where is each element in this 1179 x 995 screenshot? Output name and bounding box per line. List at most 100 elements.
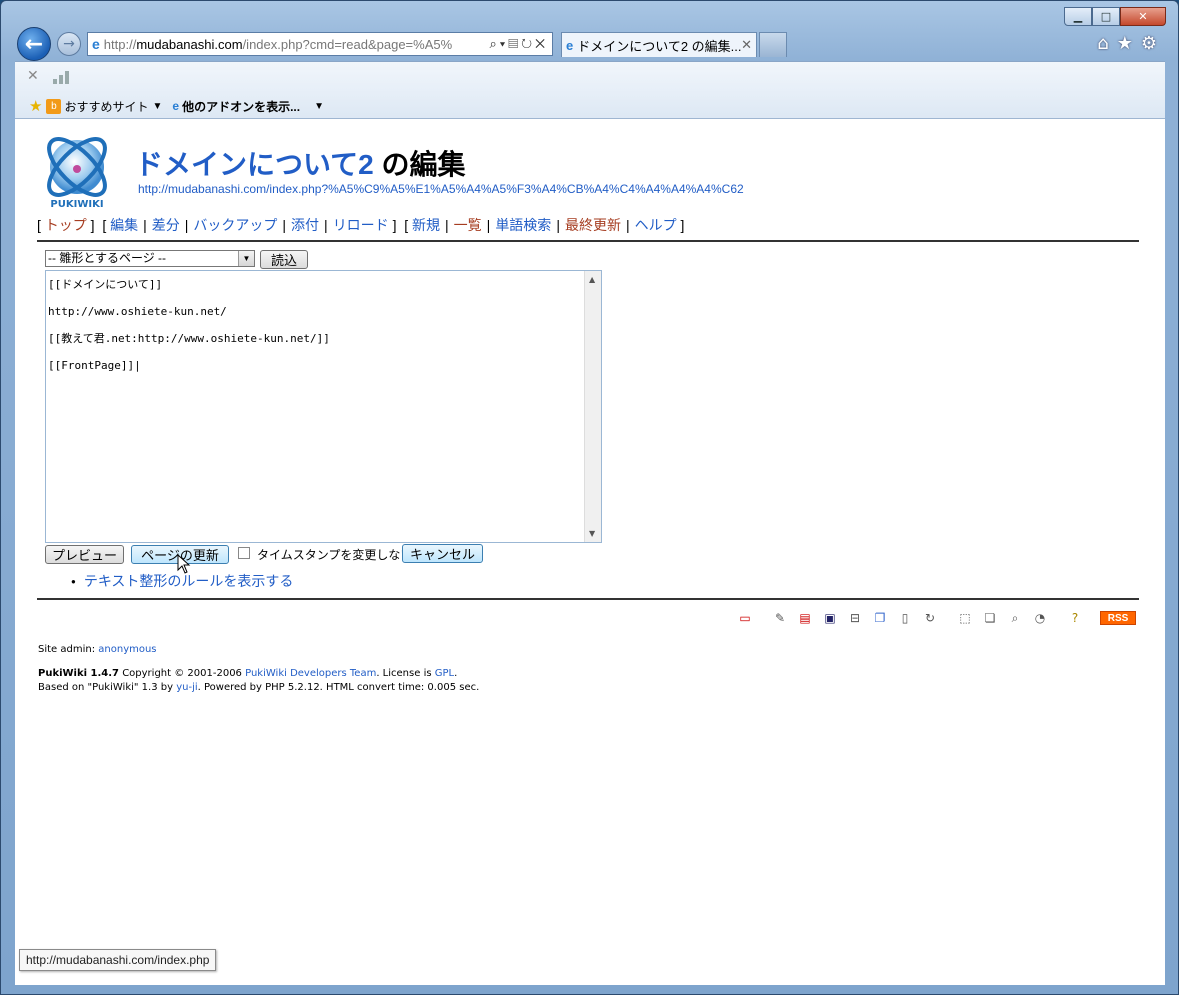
footer-team-link[interactable]: PukiWiki Developers Team: [245, 668, 376, 679]
menu-new[interactable]: 新規: [412, 217, 440, 233]
help-icon[interactable]: ?: [1067, 610, 1083, 626]
top-icon[interactable]: ▭: [737, 610, 753, 626]
menu-diff[interactable]: 差分: [152, 217, 180, 233]
addons-link[interactable]: 他のアドオンを表示...: [182, 98, 300, 115]
divider: [37, 240, 1139, 242]
footer-version: PukiWiki 1.4.7: [38, 668, 120, 679]
menu-recent[interactable]: 最終更新: [565, 217, 621, 233]
preview-button[interactable]: プレビュー: [45, 545, 124, 564]
footer: PukiWiki 1.4.7 Copyright © 2001-2006 Puk…: [38, 667, 479, 695]
gear-icon[interactable]: ⚙: [1141, 33, 1157, 54]
browser-tab[interactable]: e ドメインについて2 の編集... ✕: [561, 32, 757, 57]
favorites-star-icon[interactable]: ★: [1117, 33, 1133, 54]
back-button[interactable]: ←: [17, 27, 51, 61]
editor-scrollbar[interactable]: ▲ ▼: [584, 271, 601, 542]
command-bar: ✕ ★ b おすすめサイト ▼ e 他のアドオンを表示... ▼: [15, 61, 1165, 119]
minimize-button[interactable]: ▁: [1064, 7, 1092, 26]
footer-powered: . Powered by PHP 5.2.12. HTML convert ti…: [197, 682, 480, 693]
menu-backup[interactable]: バックアップ: [193, 217, 277, 233]
backup-icon[interactable]: ▣: [822, 610, 838, 626]
svg-text:PUKIWIKI: PUKIWIKI: [50, 199, 103, 209]
chevron-down-icon[interactable]: ▼: [238, 251, 254, 266]
footer-gpl-link[interactable]: GPL: [435, 668, 454, 679]
page-title-suffix: の編集: [373, 149, 466, 180]
address-domain: mudabanashi.com: [136, 36, 243, 52]
text-rules-link[interactable]: テキスト整形のルールを表示する: [71, 571, 294, 591]
search-icon[interactable]: ⌕: [489, 36, 499, 51]
close-window-button[interactable]: ✕: [1120, 7, 1166, 26]
keep-timestamp-label: タイムスタンプを変更しない: [257, 548, 413, 562]
ie-addon-icon: e: [172, 99, 180, 113]
ie-tab-icon: e: [566, 37, 574, 53]
address-bar[interactable]: e http://mudabanashi.com/index.php?cmd=r…: [87, 32, 553, 56]
rename-icon[interactable]: ▯: [897, 610, 913, 626]
search-icon[interactable]: ⌕: [1007, 610, 1023, 626]
footer-line-1: PukiWiki 1.4.7 Copyright © 2001-2006 Puk…: [38, 667, 479, 681]
arrow-right-icon: →: [63, 36, 75, 52]
address-prefix: http://: [103, 36, 137, 52]
menu-list[interactable]: 一覧: [454, 217, 482, 233]
favorites-add-icon[interactable]: ★: [29, 97, 42, 115]
stop-icon[interactable]: ✕: [535, 36, 548, 51]
navigation-bar: ← → e http://mudabanashi.com/index.php?c…: [15, 27, 1165, 61]
forward-button[interactable]: →: [57, 32, 81, 56]
rss-button[interactable]: RSS: [1100, 611, 1136, 625]
wiki-source-editor[interactable]: [[ドメインについて]] http://www.oshiete-kun.net/…: [45, 270, 602, 543]
template-select[interactable]: -- 雛形とするページ -- ▼: [45, 250, 255, 267]
keep-timestamp-checkbox[interactable]: [238, 547, 250, 559]
signal-icon: [53, 70, 71, 84]
edit-icon[interactable]: ✎: [772, 610, 788, 626]
template-select-value: -- 雛形とするページ --: [48, 251, 167, 265]
scroll-down-icon[interactable]: ▼: [589, 529, 595, 538]
status-url-tooltip: http://mudabanashi.com/index.php: [19, 949, 217, 971]
page-title-link[interactable]: ドメインについて2: [135, 149, 374, 180]
footer-dot: .: [454, 668, 458, 679]
list-icon[interactable]: ❏: [982, 610, 998, 626]
load-template-button[interactable]: 読込: [260, 250, 308, 269]
menu-edit[interactable]: 編集: [110, 217, 138, 233]
page-url-link[interactable]: http://mudabanashi.com/index.php?%A5%C9%…: [138, 182, 744, 196]
cancel-button[interactable]: キャンセル: [402, 544, 483, 563]
menu-reload[interactable]: リロード: [333, 217, 389, 233]
divider: [37, 598, 1139, 600]
site-admin-label: Site admin:: [38, 644, 99, 655]
ie-page-icon: e: [92, 36, 100, 52]
footer-yuji-link[interactable]: yu-ji: [176, 682, 197, 693]
close-bar-icon[interactable]: ✕: [27, 68, 39, 84]
new-tab-button[interactable]: [759, 32, 787, 57]
new-page-icon[interactable]: ⬚: [957, 610, 973, 626]
pukiwiki-logo-icon[interactable]: PUKIWIKI: [37, 131, 117, 209]
chevron-down-icon[interactable]: ▼: [314, 101, 324, 112]
refresh-icon[interactable]: ↻: [521, 36, 535, 51]
menu-search[interactable]: 単語検索: [495, 217, 551, 233]
copy-icon[interactable]: ❐: [872, 610, 888, 626]
attach-icon[interactable]: ⊟: [847, 610, 863, 626]
dropdown-icon[interactable]: ▾: [500, 36, 508, 51]
suggested-sites-link[interactable]: おすすめサイト: [64, 98, 148, 115]
menu-top[interactable]: トップ: [45, 217, 87, 233]
site-admin: Site admin: anonymous: [38, 644, 157, 655]
window-controls: ▁ □ ✕: [1064, 7, 1166, 26]
recent-icon[interactable]: ◔: [1032, 610, 1048, 626]
maximize-button[interactable]: □: [1092, 7, 1120, 26]
compat-icon[interactable]: ▤: [508, 36, 521, 51]
editor-textarea[interactable]: [[ドメインについて]] http://www.oshiete-kun.net/…: [48, 271, 584, 542]
scroll-up-icon[interactable]: ▲: [589, 275, 595, 284]
address-rest: /index.php?cmd=read&page=%A5%: [242, 36, 453, 52]
menu-attach[interactable]: 添付: [291, 217, 319, 233]
address-tools: ⌕▾▤↻✕: [489, 36, 548, 52]
menu-help[interactable]: ヘルプ: [635, 217, 677, 233]
diff-icon[interactable]: ▤: [797, 610, 813, 626]
tab-title: ドメインについて2 の編集...: [577, 38, 742, 54]
chevron-down-icon[interactable]: ▼: [152, 101, 162, 112]
page-content: PUKIWIKI ドメインについて2 の編集 http://mudabanash…: [15, 119, 1165, 985]
footer-based: Based on "PukiWiki" 1.3 by: [38, 682, 177, 693]
arrow-left-icon: ←: [24, 31, 44, 57]
reload-icon[interactable]: ↻: [922, 610, 938, 626]
browser-window: ▁ □ ✕ ← → e http://mudabanashi.com/index…: [0, 0, 1179, 995]
footer-license: . License is: [376, 668, 435, 679]
home-icon[interactable]: ⌂: [1097, 33, 1108, 54]
browser-right-icons: ⌂ ★ ⚙: [1097, 33, 1157, 54]
close-tab-icon[interactable]: ✕: [741, 37, 752, 53]
site-admin-link[interactable]: anonymous: [98, 644, 156, 655]
